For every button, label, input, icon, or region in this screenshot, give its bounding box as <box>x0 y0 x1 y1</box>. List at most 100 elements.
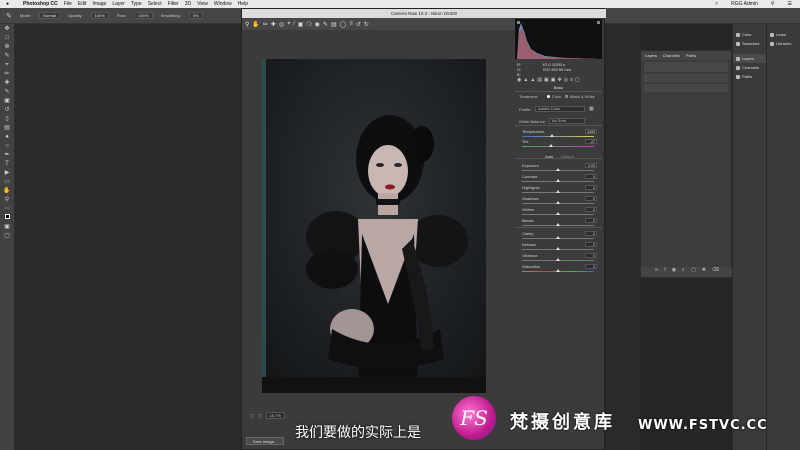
healing-tool-icon[interactable]: ✚ <box>3 79 12 87</box>
slider-thumb[interactable] <box>556 223 560 226</box>
fx-icon[interactable]: f <box>664 267 665 277</box>
marquee-tool-icon[interactable]: □ <box>3 34 12 42</box>
slider-thumb[interactable] <box>556 212 560 215</box>
new-layer-icon[interactable]: ✚ <box>702 267 706 277</box>
eyedropper-tool-icon[interactable]: ✏ <box>3 70 12 78</box>
wifi-icon[interactable]: ≈ <box>715 1 718 7</box>
search-icon[interactable]: ⚲ <box>771 1 775 7</box>
dock-color[interactable]: Color <box>733 30 766 39</box>
zoom-tool-icon[interactable]: ⚲ <box>245 21 249 28</box>
rotate-left-icon[interactable]: ↺ <box>356 21 361 28</box>
slider-whites[interactable]: Whites 0 <box>518 207 599 217</box>
snapshots-tab-icon[interactable]: ▢ <box>575 77 580 83</box>
zoom-out-icon[interactable]: ▢ <box>250 413 254 418</box>
stamp-tool-icon[interactable]: ▣ <box>3 97 12 105</box>
layer-filter-bar[interactable] <box>644 62 728 72</box>
treatment-color-option[interactable]: Color <box>547 94 562 99</box>
slider-tint[interactable]: Tint -27 <box>518 139 599 149</box>
presets-tab-icon[interactable]: ≡ <box>570 77 573 83</box>
apple-icon[interactable]: ● <box>6 1 9 7</box>
rotate-right-icon[interactable]: ↻ <box>364 21 369 28</box>
folder-icon[interactable]: ▢ <box>691 267 696 277</box>
lens-tab-icon[interactable]: ▣ <box>551 77 556 83</box>
gradient-tool-icon[interactable]: ▤ <box>3 124 12 132</box>
dock-swatches[interactable]: Swatches <box>733 39 766 48</box>
quick-mask-icon[interactable]: ▣ <box>3 223 12 231</box>
preferences-icon[interactable]: ≡ <box>349 21 353 27</box>
spot-removal-icon[interactable]: ❍ <box>306 21 311 28</box>
zoom-in-icon[interactable]: ▢ <box>258 413 262 418</box>
slider-thumb[interactable] <box>556 168 560 171</box>
link-icon[interactable]: ∞ <box>655 267 659 277</box>
trash-icon[interactable]: ⌫ <box>712 267 719 277</box>
eraser-tool-icon[interactable]: ▯ <box>3 115 12 123</box>
slider-value[interactable]: 0 <box>585 207 597 212</box>
dock-paths[interactable]: Paths <box>733 72 766 81</box>
tab-channels[interactable]: Channels <box>663 53 680 58</box>
save-image-button[interactable]: Save Image... <box>246 437 284 445</box>
zoom-tool-icon[interactable]: ⚲ <box>3 196 12 204</box>
path-select-icon[interactable]: ▶ <box>3 169 12 177</box>
tone-curve-tab-icon[interactable]: ▲ <box>523 77 528 83</box>
dock-libraries[interactable]: Libraries <box>767 39 800 48</box>
adjustment-icon[interactable]: ◐ <box>682 267 685 277</box>
crop-tool-icon[interactable]: ⌖ <box>287 21 290 28</box>
slider-value[interactable]: 4450 <box>585 129 597 134</box>
dock-layers[interactable]: Layers <box>733 54 766 63</box>
slider-value[interactable]: 0.00 <box>585 163 597 168</box>
straighten-tool-icon[interactable]: ∕ <box>294 21 295 27</box>
app-name[interactable]: Photoshop CC <box>23 1 58 7</box>
slider-thumb[interactable] <box>550 134 555 137</box>
graduated-filter-icon[interactable]: ▤ <box>331 21 337 28</box>
profile-select[interactable]: Adobe Color <box>535 106 585 112</box>
hand-tool-icon[interactable]: ✋ <box>3 187 12 195</box>
menu-layer[interactable]: Layer <box>112 1 125 7</box>
pen-tool-icon[interactable]: ✒ <box>3 151 12 159</box>
slider-value[interactable]: 0 <box>585 174 597 179</box>
opacity-field[interactable]: 100% <box>90 12 109 19</box>
slider-shadows[interactable]: Shadows 0 <box>518 196 599 206</box>
crop-tool-icon[interactable]: ⌖ <box>3 61 12 69</box>
shape-tool-icon[interactable]: ▭ <box>3 178 12 186</box>
zoom-level[interactable]: 15.7% <box>265 411 285 419</box>
lasso-tool-icon[interactable]: ✼ <box>3 43 12 51</box>
photo-preview[interactable] <box>262 59 486 393</box>
dodge-tool-icon[interactable]: ○ <box>3 142 12 150</box>
tab-paths[interactable]: Paths <box>686 53 696 58</box>
transform-tool-icon[interactable]: ▣ <box>298 21 304 28</box>
hsl-tab-icon[interactable]: ▤ <box>537 77 542 83</box>
menu-help[interactable]: Help <box>238 1 248 7</box>
menu-image[interactable]: Image <box>92 1 106 7</box>
slider-contrast[interactable]: Contrast 0 <box>518 174 599 184</box>
blend-mode-bar[interactable] <box>644 74 728 82</box>
blur-tool-icon[interactable]: ● <box>3 133 12 141</box>
slider-thumb[interactable] <box>548 144 553 147</box>
smoothing-field[interactable]: 0% <box>188 12 203 19</box>
user-name[interactable]: RGG Admin <box>731 1 758 7</box>
split-toning-tab-icon[interactable]: ▣ <box>544 77 549 83</box>
flow-field[interactable]: 100% <box>134 12 153 19</box>
quick-select-tool-icon[interactable]: ✎ <box>3 52 12 60</box>
menu-3d[interactable]: 3D <box>185 1 191 7</box>
slider-thumb[interactable] <box>556 247 560 250</box>
detail-tab-icon[interactable]: ▲ <box>530 77 535 83</box>
lock-bar[interactable] <box>644 84 728 92</box>
slider-highlights[interactable]: Highlights 0 <box>518 185 599 195</box>
menu-type[interactable]: Type <box>131 1 142 7</box>
basic-tab-icon[interactable]: ◉ <box>517 77 521 83</box>
adjustment-brush-icon[interactable]: ✎ <box>323 21 328 28</box>
slider-vibrance[interactable]: Vibrance 0 <box>518 253 599 263</box>
history-brush-icon[interactable]: ↺ <box>3 106 12 114</box>
slider-thumb[interactable] <box>556 201 560 204</box>
calibration-tab-icon[interactable]: ◎ <box>564 77 568 83</box>
mask-icon[interactable]: ◉ <box>672 267 676 277</box>
slider-value[interactable]: 0 <box>585 196 597 201</box>
dock-learn[interactable]: Learn <box>767 30 800 39</box>
move-tool-icon[interactable]: ✥ <box>3 25 12 33</box>
profile-browser-icon[interactable]: ▦ <box>589 106 594 112</box>
brush-tool-icon[interactable]: ✎ <box>6 12 12 20</box>
slider-value[interactable]: -27 <box>585 139 597 144</box>
slider-saturation[interactable]: Saturation 0 <box>518 264 599 274</box>
menu-icon[interactable]: ☰ <box>788 1 792 7</box>
menu-select[interactable]: Select <box>148 1 162 7</box>
